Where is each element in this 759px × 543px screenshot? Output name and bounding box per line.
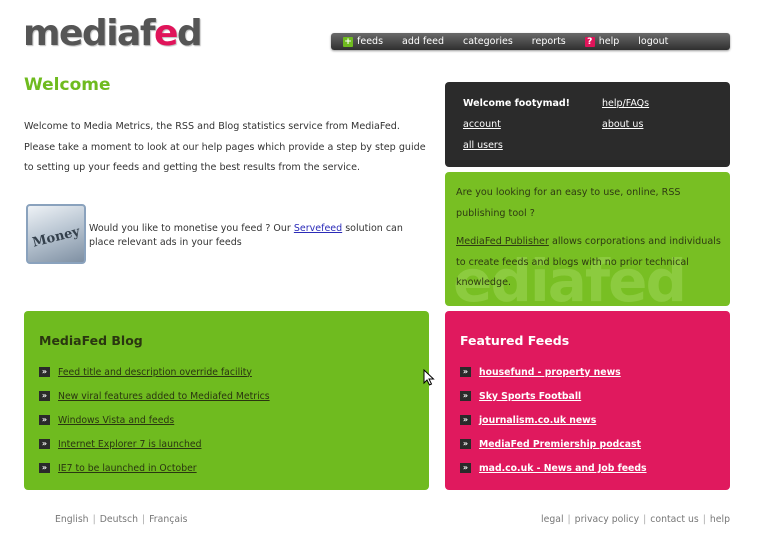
nav-help-label: help [598,36,620,47]
blog-list: » Feed title and description override fac… [39,360,429,480]
all-users-link[interactable]: all users [463,140,503,151]
footer-privacy-policy[interactable]: privacy policy [575,514,639,525]
bullet-icon: » [460,439,471,449]
footer-help[interactable]: help [710,514,730,525]
list-item: » IE7 to be launched in October [39,456,429,480]
list-item: » Feed title and description override fac… [39,360,429,384]
list-item: » housefund - property news [460,360,730,384]
divider: | [92,514,96,525]
logo-text-2: d [176,13,203,54]
divider: | [702,514,706,525]
nav-feeds-label: feeds [357,36,384,47]
list-item: » mad.co.uk - News and Job feeds [460,456,730,480]
about-us-link[interactable]: about us [602,119,643,130]
mediafed-publisher-link[interactable]: MediaFed Publisher [456,236,549,247]
featured-feed-link[interactable]: journalism.co.uk news [479,415,596,426]
logo-text-1: mediaf [23,13,156,54]
bullet-icon: » [460,391,471,401]
nav-logout[interactable]: logout [638,36,668,47]
bullet-icon: » [39,439,50,449]
publisher-promo: ediafed Are you looking for an easy to u… [445,172,730,306]
monetise-text: Would you like to monetise you feed ? Ou… [89,222,419,250]
list-item: » journalism.co.uk news [460,408,730,432]
monetise-promo: Money Would you like to monetise you fee… [26,204,426,266]
bullet-icon: » [39,391,50,401]
page-title: Welcome [24,75,111,95]
blog-panel: MediaFed Blog » Feed title and descriptio… [24,311,429,490]
list-item: » Sky Sports Football [460,384,730,408]
list-item: » Windows Vista and feeds [39,408,429,432]
featured-feed-link[interactable]: housefund - property news [479,367,621,378]
welcome-user: Welcome footymad! [463,98,571,109]
blog-link[interactable]: Feed title and description override faci… [58,367,252,378]
nav-add-feed[interactable]: add feed [402,36,444,47]
divider: | [567,514,571,525]
bullet-icon: » [39,367,50,377]
featured-feed-link[interactable]: Sky Sports Football [479,391,581,402]
divider: | [141,514,146,525]
blog-link[interactable]: Windows Vista and feeds [58,415,174,426]
bullet-icon: » [460,415,471,425]
featured-feeds-panel: Featured Feeds » housefund - property new… [445,311,730,490]
feeds-icon: + [343,36,353,47]
monetise-text-before: Would you like to monetise you feed ? Ou… [89,223,294,234]
footer-contact-us[interactable]: contact us [650,514,698,525]
list-item: » MediaFed Premiership podcast [460,432,730,456]
money-thumbnail: Money [26,204,86,264]
nav-categories[interactable]: categories [463,36,513,47]
bullet-icon: » [460,367,471,377]
nav-reports[interactable]: reports [532,36,566,47]
lang-english[interactable]: English [55,514,89,525]
blog-link[interactable]: IE7 to be launched in October [58,463,197,474]
publisher-description: MediaFed Publisher allows corporations a… [456,232,724,294]
divider: | [643,514,647,525]
lang-deutsch[interactable]: Deutsch [100,514,138,525]
help-icon: ? [584,36,595,47]
help-faqs-link[interactable]: help/FAQs [602,98,649,109]
blog-link[interactable]: New viral features added to Mediafed Met… [58,391,270,402]
footer-legal[interactable]: legal [541,514,563,525]
nav-feeds[interactable]: + feeds [343,36,383,47]
mouse-cursor-icon [423,369,435,386]
list-item: » Internet Explorer 7 is launched [39,432,429,456]
blog-link[interactable]: Internet Explorer 7 is launched [58,439,201,450]
publisher-question: Are you looking for an easy to use, onli… [456,187,681,219]
list-item: » New viral features added to Mediafed Me… [39,384,429,408]
logo-text-accent: e [154,13,178,54]
user-box: Welcome footymad! help/FAQs account abou… [445,82,730,167]
featured-feed-link[interactable]: mad.co.uk - News and Job feeds [479,463,647,474]
account-link[interactable]: account [463,119,501,130]
servefeed-link[interactable]: Servefeed [294,223,342,234]
featured-feed-link[interactable]: MediaFed Premiership podcast [479,439,641,450]
bullet-icon: » [39,415,50,425]
featured-title: Featured Feeds [460,333,570,348]
top-navigation: + feeds add feed categories reports ? help… [331,33,730,50]
featured-list: » housefund - property news » Sky Sports F… [460,360,730,480]
language-selector: English | Deutsch | Français [55,514,187,525]
money-thumbnail-text: Money [30,224,82,251]
intro-text: Welcome to Media Metrics, the RSS and Bl… [24,121,426,173]
blog-title: MediaFed Blog [39,333,143,348]
lang-francais[interactable]: Français [149,514,187,525]
bullet-icon: » [460,463,471,473]
mediafed-logo[interactable]: mediafed [23,12,203,56]
bullet-icon: » [39,463,50,473]
nav-help[interactable]: ? help [584,36,620,47]
footer-links: legal | privacy policy | contact us | help [541,514,730,525]
